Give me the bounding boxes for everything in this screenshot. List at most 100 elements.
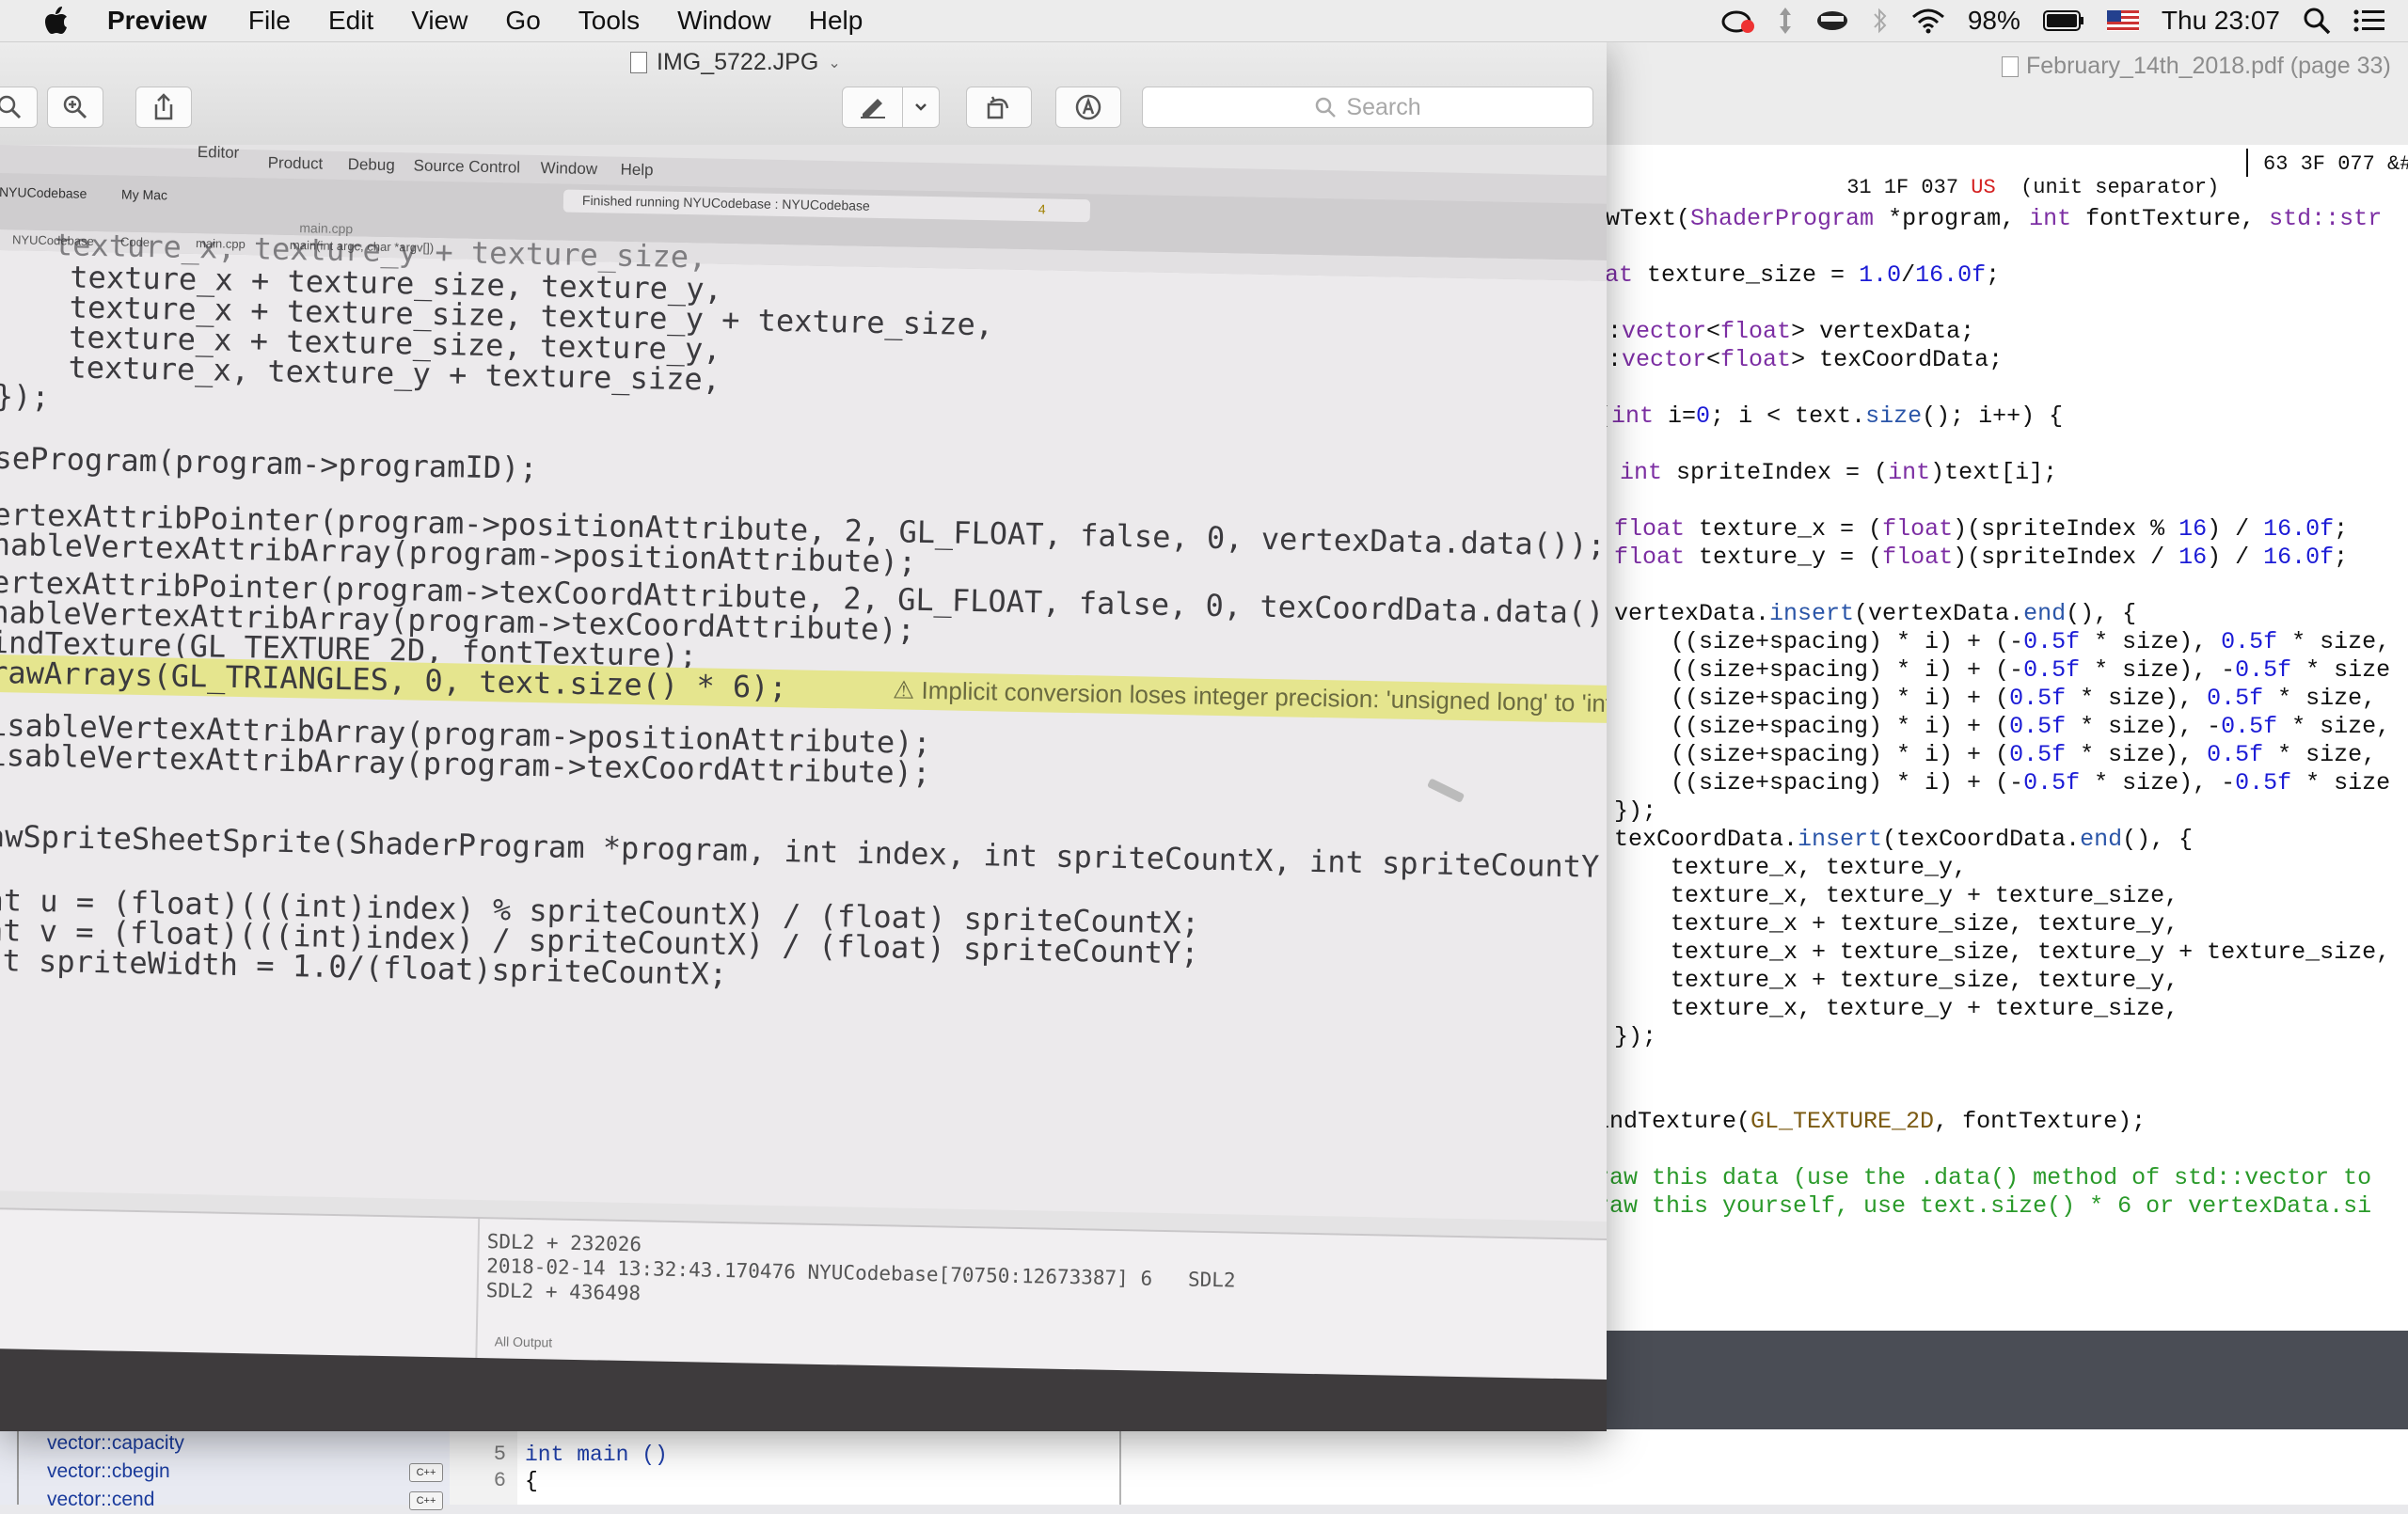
pdf-preview-window: February_14th_2018.pdf (page 33) 31 1F 0… (1599, 41, 2408, 1339)
code-line: int main () (525, 1443, 668, 1467)
pdf-code-line: }); (1614, 797, 1657, 825)
photo-content[interactable]: Editor Product Debug Source Control Wind… (0, 145, 1607, 1431)
chevron-down-icon[interactable]: ⌄ (828, 54, 840, 72)
markup-pen-button[interactable] (842, 87, 940, 128)
pen-icon (843, 95, 902, 119)
pdf-code-line: texture_x, texture_y + texture_size, (1671, 995, 2179, 1022)
pdf-code-line: ((size+spacing) * i) + (-0.5f * size), -… (1671, 656, 2391, 684)
photo-output-filter: All Output (494, 1333, 553, 1350)
search-placeholder: Search (1346, 93, 1421, 120)
search-icon (1316, 97, 1337, 118)
pdf-code-line: vertexData.insert(vertexData.end(), { (1614, 600, 2137, 627)
ascii-us: US (1971, 176, 1996, 199)
doc-item-capacity[interactable]: vector::capacity (47, 1429, 184, 1458)
doc-list-bar (17, 1429, 19, 1505)
clock[interactable]: Thu 23:07 (2162, 6, 2280, 36)
ascii-desc: (unit separator) (2020, 176, 2220, 199)
share-icon (154, 93, 173, 120)
creative-cloud-icon[interactable] (1721, 8, 1755, 34)
headset-icon[interactable] (1815, 8, 1849, 33)
photo-code-line: awSpriteSheetSprite(ShaderProgram *progr… (0, 817, 1600, 885)
pdf-code-line: float texture_y = (float)(spriteIndex / … (1614, 544, 2349, 571)
pdf-code-line: ((size+spacing) * i) + (-0.5f * size), -… (1671, 769, 2391, 796)
pdf-code-line: ((size+spacing) * i) + (0.5f * size), -0… (1671, 713, 2391, 740)
photo-cursor-glare (1426, 778, 1465, 803)
pdf-code-line: texture_x + texture_size, texture_y, (1671, 910, 2179, 938)
photo-debug-line: SDL2 + 232026 (486, 1230, 642, 1256)
share-button[interactable] (135, 87, 192, 128)
pdf-code-line: texture_x, texture_y + texture_size, (1671, 882, 2179, 909)
pdf-code-line: texture_x, texture_y, (1671, 854, 1968, 881)
preview-window-title[interactable]: IMG_5722.JPG ⌄ (630, 49, 841, 76)
app-menu[interactable]: Preview (107, 6, 207, 36)
background-xcode-area: vector::capacity vector::cbegin C++ vect… (0, 1429, 2408, 1510)
menu-help[interactable]: Help (809, 6, 863, 36)
pdf-code-line: ((size+spacing) * i) + (0.5f * size), 0.… (1671, 741, 2377, 768)
zoom-in-icon (63, 95, 87, 119)
spotlight-search-icon[interactable] (2303, 7, 2331, 35)
pdf-code-line: at texture_size = 1.0/16.0f; (1605, 261, 2001, 289)
notification-center-icon[interactable] (2353, 8, 2385, 33)
menu-file[interactable]: File (248, 6, 291, 36)
pdf-code-line: texture_x + texture_size, texture_y, (1671, 967, 2179, 994)
battery-percent[interactable]: 98% (1968, 6, 2020, 36)
pdf-title-text: February_14th_2018.pdf (page 33) (2026, 53, 2391, 79)
pdf-code-line: float texture_x = (float)(spriteIndex % … (1614, 515, 2349, 543)
search-field[interactable]: Search (1142, 87, 1593, 128)
pdf-code-line: ::vector<float> texCoordData; (1599, 346, 2004, 373)
pdf-code-line: texCoordData.insert(texCoordData.end(), … (1614, 826, 2194, 853)
menu-bar: Preview File Edit View Go Tools Window H… (0, 0, 2408, 42)
rotate-button[interactable] (966, 87, 1032, 128)
pdf-window-titlebar[interactable]: February_14th_2018.pdf (page 33) (1599, 41, 2408, 146)
preview-titlebar[interactable]: IMG_5722.JPG ⌄ Search (0, 41, 1607, 146)
jpg-file-icon (630, 52, 647, 73)
doc-item-cend[interactable]: vector::cend (47, 1486, 154, 1514)
markup-icon (1075, 94, 1101, 120)
photo-status-pill: Finished running NYUCodebase : NYUCodeba… (562, 189, 1091, 223)
photo-menu-editor: Editor (197, 145, 240, 162)
photo-scheme: NYUCodebase (0, 183, 87, 201)
pdf-code-line: (int i=0; i < text.size(); i++) { (1599, 402, 2064, 430)
zoom-in-button[interactable] (47, 87, 103, 128)
pdf-code-line: ((size+spacing) * i) + (-0.5f * size), 0… (1671, 628, 2391, 655)
bluetooth-icon[interactable] (1872, 7, 1889, 35)
photo-debug-line: SDL2 + 436498 (485, 1279, 642, 1305)
arrows-icon[interactable] (1778, 7, 1793, 35)
photo-menu-help: Help (620, 160, 654, 180)
apple-menu-icon[interactable] (38, 0, 75, 41)
photo-code-editor: texture_x, texture_y + texture_size, tex… (0, 227, 1607, 1222)
us-flag-icon[interactable] (2106, 10, 2139, 31)
photo-warning-count: 4 (1038, 201, 1046, 217)
ascii-table-row-right: 63 3F 077 &# (2263, 152, 2408, 176)
code-line: { (525, 1469, 538, 1493)
menu-tools[interactable]: Tools (578, 6, 640, 36)
photo-menu-window: Window (540, 159, 598, 179)
menu-go[interactable]: Go (505, 6, 540, 36)
pdf-code-line: int spriteIndex = (int)text[i]; (1620, 459, 2058, 486)
pen-dropdown-chevron-icon[interactable] (902, 87, 939, 128)
line-number: 5 (493, 1443, 506, 1466)
menu-view[interactable]: View (411, 6, 467, 36)
photo-status-text: Finished running NYUCodebase : NYUCodeba… (581, 192, 870, 213)
zoom-out-icon (0, 95, 22, 119)
pdf-code-line: ::vector<float> vertexData; (1599, 318, 1975, 345)
dark-background-strip (1599, 1331, 2408, 1432)
photo-menu-debug: Debug (347, 155, 395, 175)
markup-toolbar-button[interactable] (1055, 87, 1121, 128)
wifi-icon[interactable] (1911, 8, 1945, 34)
menu-window[interactable]: Window (677, 6, 771, 36)
ascii-code: 31 1F 037 (1846, 176, 1959, 199)
code-editor-pane[interactable]: int main () { (517, 1429, 1121, 1505)
pdf-window-title[interactable]: February_14th_2018.pdf (page 33) (2002, 53, 2391, 80)
menu-edit[interactable]: Edit (328, 6, 373, 36)
battery-icon[interactable] (2042, 9, 2084, 32)
doc-item-cbegin[interactable]: vector::cbegin (47, 1458, 170, 1486)
documentation-list: vector::capacity vector::cbegin C++ vect… (0, 1429, 452, 1510)
zoom-out-button[interactable] (0, 87, 38, 128)
photo-code-line: }); (0, 377, 51, 416)
cpp-badge: C++ (409, 1463, 443, 1482)
rotate-icon (987, 96, 1009, 119)
cpp-badge: C++ (409, 1491, 443, 1510)
photo-code-line: seProgram(program->programID); (0, 439, 538, 487)
status-area: 98% Thu 23:07 (1721, 0, 2408, 41)
